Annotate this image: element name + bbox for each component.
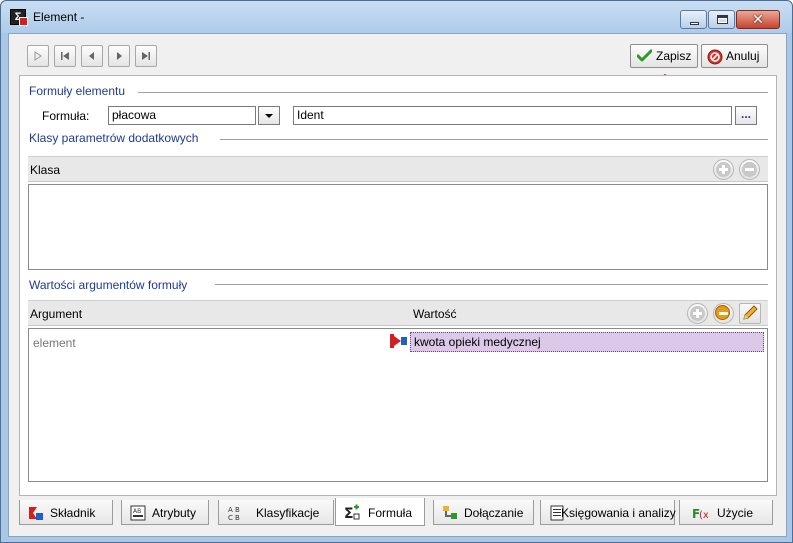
checkmark-icon (637, 49, 652, 62)
window-title: Element - (33, 10, 85, 24)
cancel-label: Anuluj (726, 49, 760, 63)
close-button[interactable]: ✕ (736, 10, 780, 29)
nav-start-button[interactable] (54, 45, 76, 67)
maximize-icon (717, 15, 728, 24)
element-window: Σ Element - ✕ Zapisz Anuluj Formuły elem… (0, 0, 793, 543)
classes-grid-body[interactable] (28, 184, 768, 270)
cancel-icon (707, 49, 723, 65)
nav-prev-button[interactable] (81, 45, 103, 67)
tab-label: Księgowania i analizy (561, 506, 676, 520)
tab-atrybuty[interactable]: AB Atrybuty (121, 500, 209, 525)
add-argument-button[interactable] (687, 303, 708, 324)
column-header-value: Wartość (413, 307, 457, 321)
section-title-param-classes: Klasy parametrów dodatkowych (29, 131, 205, 145)
remove-argument-button[interactable] (713, 303, 734, 324)
plus-icon (716, 162, 731, 177)
attributes-icon: AB (130, 505, 146, 521)
tab-ksiegowania[interactable]: Księgowania i analizy (540, 500, 676, 525)
nav-last-button[interactable] (135, 45, 157, 67)
svg-text:AB: AB (133, 508, 141, 515)
pencil-icon (743, 305, 758, 320)
tab-uzycie[interactable]: F(x) Użycie (679, 500, 773, 525)
prev-icon (89, 52, 94, 60)
tab-label: Składnik (50, 506, 96, 520)
classification-icon: A BC B (228, 506, 240, 521)
save-label: Zapisz (656, 49, 692, 63)
column-header-class: Klasa (30, 163, 61, 177)
skip-first-icon (61, 52, 69, 60)
next-icon (117, 52, 122, 60)
svg-text:C: C (228, 514, 233, 521)
minus-icon (715, 305, 730, 320)
minimize-icon (690, 22, 699, 25)
argument-cell: element (33, 336, 76, 350)
attach-icon (443, 506, 457, 519)
svg-text:B: B (235, 506, 240, 514)
function-icon: F(x) (692, 507, 708, 521)
formula-dropdown-button[interactable] (258, 106, 280, 125)
save-button[interactable]: Zapisz (630, 44, 698, 68)
section-divider (220, 139, 768, 140)
title-bar[interactable]: Σ Element - ✕ (1, 1, 792, 33)
client-area: Zapisz Anuluj Formuły elementu Formuła: … (8, 33, 787, 537)
tab-formula[interactable]: Σ Formuła (335, 498, 425, 526)
close-icon: ✕ (752, 11, 764, 27)
sigma-icon: Σ (344, 504, 360, 520)
tab-klasyfikacje[interactable]: ABCB Klasyfikacje (218, 500, 334, 525)
tab-label: Formuła (368, 506, 413, 520)
section-divider (215, 284, 768, 285)
tab-label: Klasyfikacje (256, 506, 320, 520)
value-cell[interactable]: kwota opieki medycznej (410, 332, 764, 352)
minus-icon (742, 162, 757, 177)
remove-class-button[interactable] (739, 159, 760, 180)
maximize-button[interactable] (708, 10, 735, 29)
nav-first-button[interactable] (27, 45, 49, 67)
section-title-arg-values: Wartości argumentów formuły (29, 278, 194, 292)
tab-dolaczanie[interactable]: Dołączanie (433, 500, 534, 525)
svg-text:B: B (235, 514, 240, 521)
formula-panel: Formuły elementu Formuła: płacowa Ident … (19, 75, 777, 496)
column-header-argument: Argument (30, 307, 83, 321)
args-grid-body[interactable]: element kwota opieki medycznej (28, 328, 768, 482)
tab-label: Dołączanie (464, 506, 524, 520)
tab-label: Atrybuty (152, 506, 197, 520)
link-value-icon[interactable] (390, 333, 408, 349)
args-grid-header: Argument Wartość (28, 300, 768, 326)
app-icon: Σ (10, 9, 28, 26)
classes-grid-header: Klasa (28, 156, 768, 182)
cancel-button[interactable]: Anuluj (701, 44, 768, 68)
tab-skladnik[interactable]: Składnik (19, 500, 113, 525)
formula-combobox[interactable]: płacowa (108, 106, 256, 125)
section-title-formulas: Formuły elementu (29, 84, 132, 98)
ident-field[interactable]: Ident (293, 106, 732, 125)
nav-next-button[interactable] (108, 45, 130, 67)
play-outline-icon (34, 51, 42, 61)
tab-label: Użycie (717, 506, 754, 520)
edit-argument-button[interactable] (739, 303, 761, 324)
svg-text:A: A (228, 506, 233, 514)
svg-text:(x): (x) (699, 510, 708, 521)
minimize-button[interactable] (680, 10, 707, 29)
formula-label: Formuła: (42, 109, 90, 123)
ellipsis-button[interactable]: ... (735, 106, 757, 125)
section-divider (138, 92, 768, 93)
svg-text:Σ: Σ (344, 506, 354, 520)
table-row[interactable]: element kwota opieki medycznej (29, 329, 767, 353)
add-class-button[interactable] (713, 159, 734, 180)
skip-last-icon (142, 52, 150, 60)
component-icon (29, 507, 43, 520)
plus-icon (690, 306, 705, 321)
